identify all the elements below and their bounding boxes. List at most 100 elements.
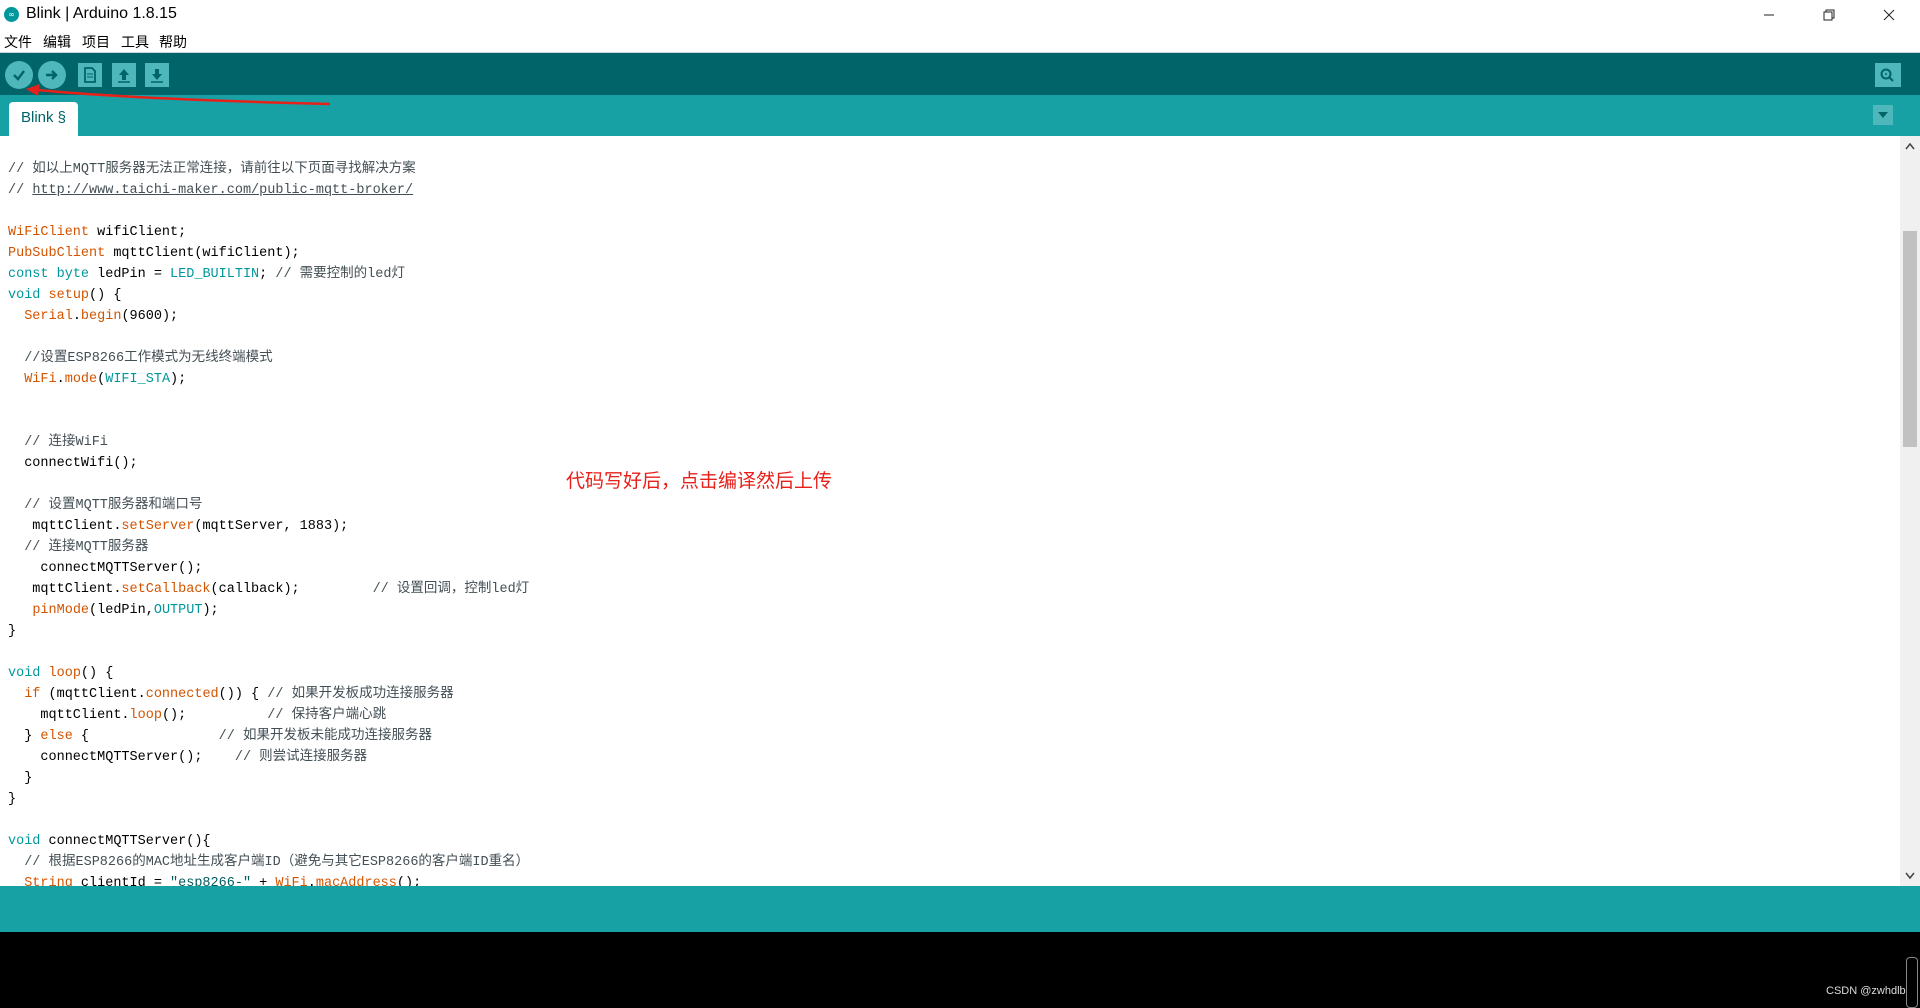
code-token: mqttClient. (8, 582, 122, 597)
code-token: ledPin = (89, 267, 171, 282)
code-token: () { (89, 288, 122, 303)
code-comment: // 则尝试连接服务器 (234, 750, 368, 765)
code-token: (mqttClient. (40, 687, 146, 702)
close-icon[interactable] (1866, 0, 1912, 30)
code-token: . (307, 876, 316, 886)
code-token: LED_BUILTIN (170, 267, 260, 282)
editor-scrollbar[interactable] (1900, 136, 1920, 886)
scrollbar-thumb[interactable] (1903, 231, 1917, 447)
code-editor[interactable]: // 如以上MQTT服务器无法正常连接，请前往以下页面寻找解决方案 // htt… (0, 136, 1900, 886)
code-link[interactable]: http://www.taichi-maker.com/public-mqtt-… (32, 183, 413, 198)
code-token: (ledPin, (89, 603, 154, 618)
code-token: pinMode (32, 603, 90, 618)
new-button[interactable] (78, 63, 102, 87)
code-token: macAddress (315, 876, 397, 886)
code-token: (mqttServer, 1883); (194, 519, 349, 534)
code-token: wifiClient; (89, 225, 187, 240)
serial-monitor-button[interactable] (1875, 63, 1901, 87)
code-token: mqttClient. (8, 708, 130, 723)
code-token: OUTPUT (153, 603, 203, 618)
minimize-icon[interactable] (1746, 0, 1792, 30)
open-button[interactable] (112, 63, 136, 87)
code-line: connectWifi(); (8, 456, 138, 471)
code-token: connectMQTTServer(); (8, 750, 235, 765)
tab-menu-button[interactable] (1873, 105, 1893, 125)
code-token: PubSubClient (8, 246, 106, 261)
code-token: loop (48, 666, 81, 681)
code-token: (9600); (121, 309, 179, 324)
code-token: String (24, 876, 73, 886)
code-token: begin (80, 309, 122, 324)
status-bar (0, 886, 1920, 932)
code-token: WiFiClient (8, 225, 90, 240)
code-token: . (56, 372, 65, 387)
arrow-up-icon (118, 69, 130, 83)
code-comment: // 设置MQTT服务器和端口号 (8, 498, 203, 513)
code-comment: // 如果开发板未能成功连接服务器 (218, 729, 432, 744)
code-token: (callback); (210, 582, 373, 597)
code-comment: // 保持客户端心跳 (267, 708, 387, 723)
chevron-down-icon (1878, 112, 1888, 118)
code-token: else (40, 729, 73, 744)
code-line: } (8, 624, 17, 639)
menu-sketch[interactable]: 项目 (82, 32, 110, 52)
scroll-up-icon[interactable] (1900, 138, 1920, 154)
save-button[interactable] (145, 63, 169, 87)
code-token: loop (129, 708, 162, 723)
watermark: CSDN @zwhdlb (1826, 985, 1906, 997)
code-token: WIFI_STA (105, 372, 171, 387)
menu-edit[interactable]: 编辑 (43, 32, 71, 52)
code-token: if (24, 687, 41, 702)
code-token: setCallback (121, 582, 211, 597)
code-token: () { (80, 666, 114, 681)
code-text[interactable]: // 如以上MQTT服务器无法正常连接，请前往以下页面寻找解决方案 // htt… (8, 159, 529, 886)
upload-button[interactable] (38, 61, 66, 89)
menu-help[interactable]: 帮助 (159, 32, 187, 52)
code-comment: //设置ESP8266工作模式为无线终端模式 (8, 351, 273, 366)
code-token: connectMQTTServer(){ (40, 834, 211, 849)
code-token: ); (202, 603, 219, 618)
code-comment: // 连接WiFi (8, 435, 108, 450)
code-token: mode (64, 372, 98, 387)
menu-tools[interactable]: 工具 (121, 32, 149, 52)
annotation-text: 代码写好后，点击编译然后上传 (566, 470, 833, 492)
code-token: void (8, 666, 41, 681)
code-token: (); (396, 876, 422, 886)
code-token: "esp8266-" (170, 876, 252, 886)
code-token: setServer (121, 519, 195, 534)
console-output[interactable] (0, 932, 1920, 1008)
new-file-icon (84, 67, 96, 83)
code-comment: // 如果开发板成功连接服务器 (267, 687, 454, 702)
code-token: ()) { (218, 687, 268, 702)
code-line: // (8, 183, 33, 198)
code-comment: // 设置回调，控制led灯 (372, 582, 530, 597)
code-token: . (72, 309, 81, 324)
menu-bar: 文件 编辑 项目 工具 帮助 (0, 30, 1920, 53)
code-token: connected (145, 687, 219, 702)
code-token: mqttClient. (8, 519, 122, 534)
arrow-right-icon (46, 70, 58, 80)
code-token: WiFi (24, 372, 57, 387)
code-token: Serial (24, 309, 73, 324)
console-scrollbar[interactable] (1906, 957, 1918, 1008)
scroll-down-icon[interactable] (1900, 868, 1920, 884)
code-token: (); (161, 708, 268, 723)
tab-blink[interactable]: Blink § (9, 102, 79, 136)
code-token: WiFi (275, 876, 308, 886)
code-token: clientId = (72, 876, 171, 886)
code-token: byte (56, 267, 90, 282)
code-token: } (8, 729, 41, 744)
code-token: void (8, 834, 41, 849)
code-token: setup (48, 288, 90, 303)
maximize-icon[interactable] (1806, 0, 1852, 30)
verify-button[interactable] (5, 61, 33, 89)
menu-file[interactable]: 文件 (4, 32, 32, 52)
code-token: ; (259, 267, 276, 282)
arrow-down-icon (151, 69, 163, 83)
code-comment: // 根据ESP8266的MAC地址生成客户端ID（避免与其它ESP8266的客… (8, 855, 530, 870)
